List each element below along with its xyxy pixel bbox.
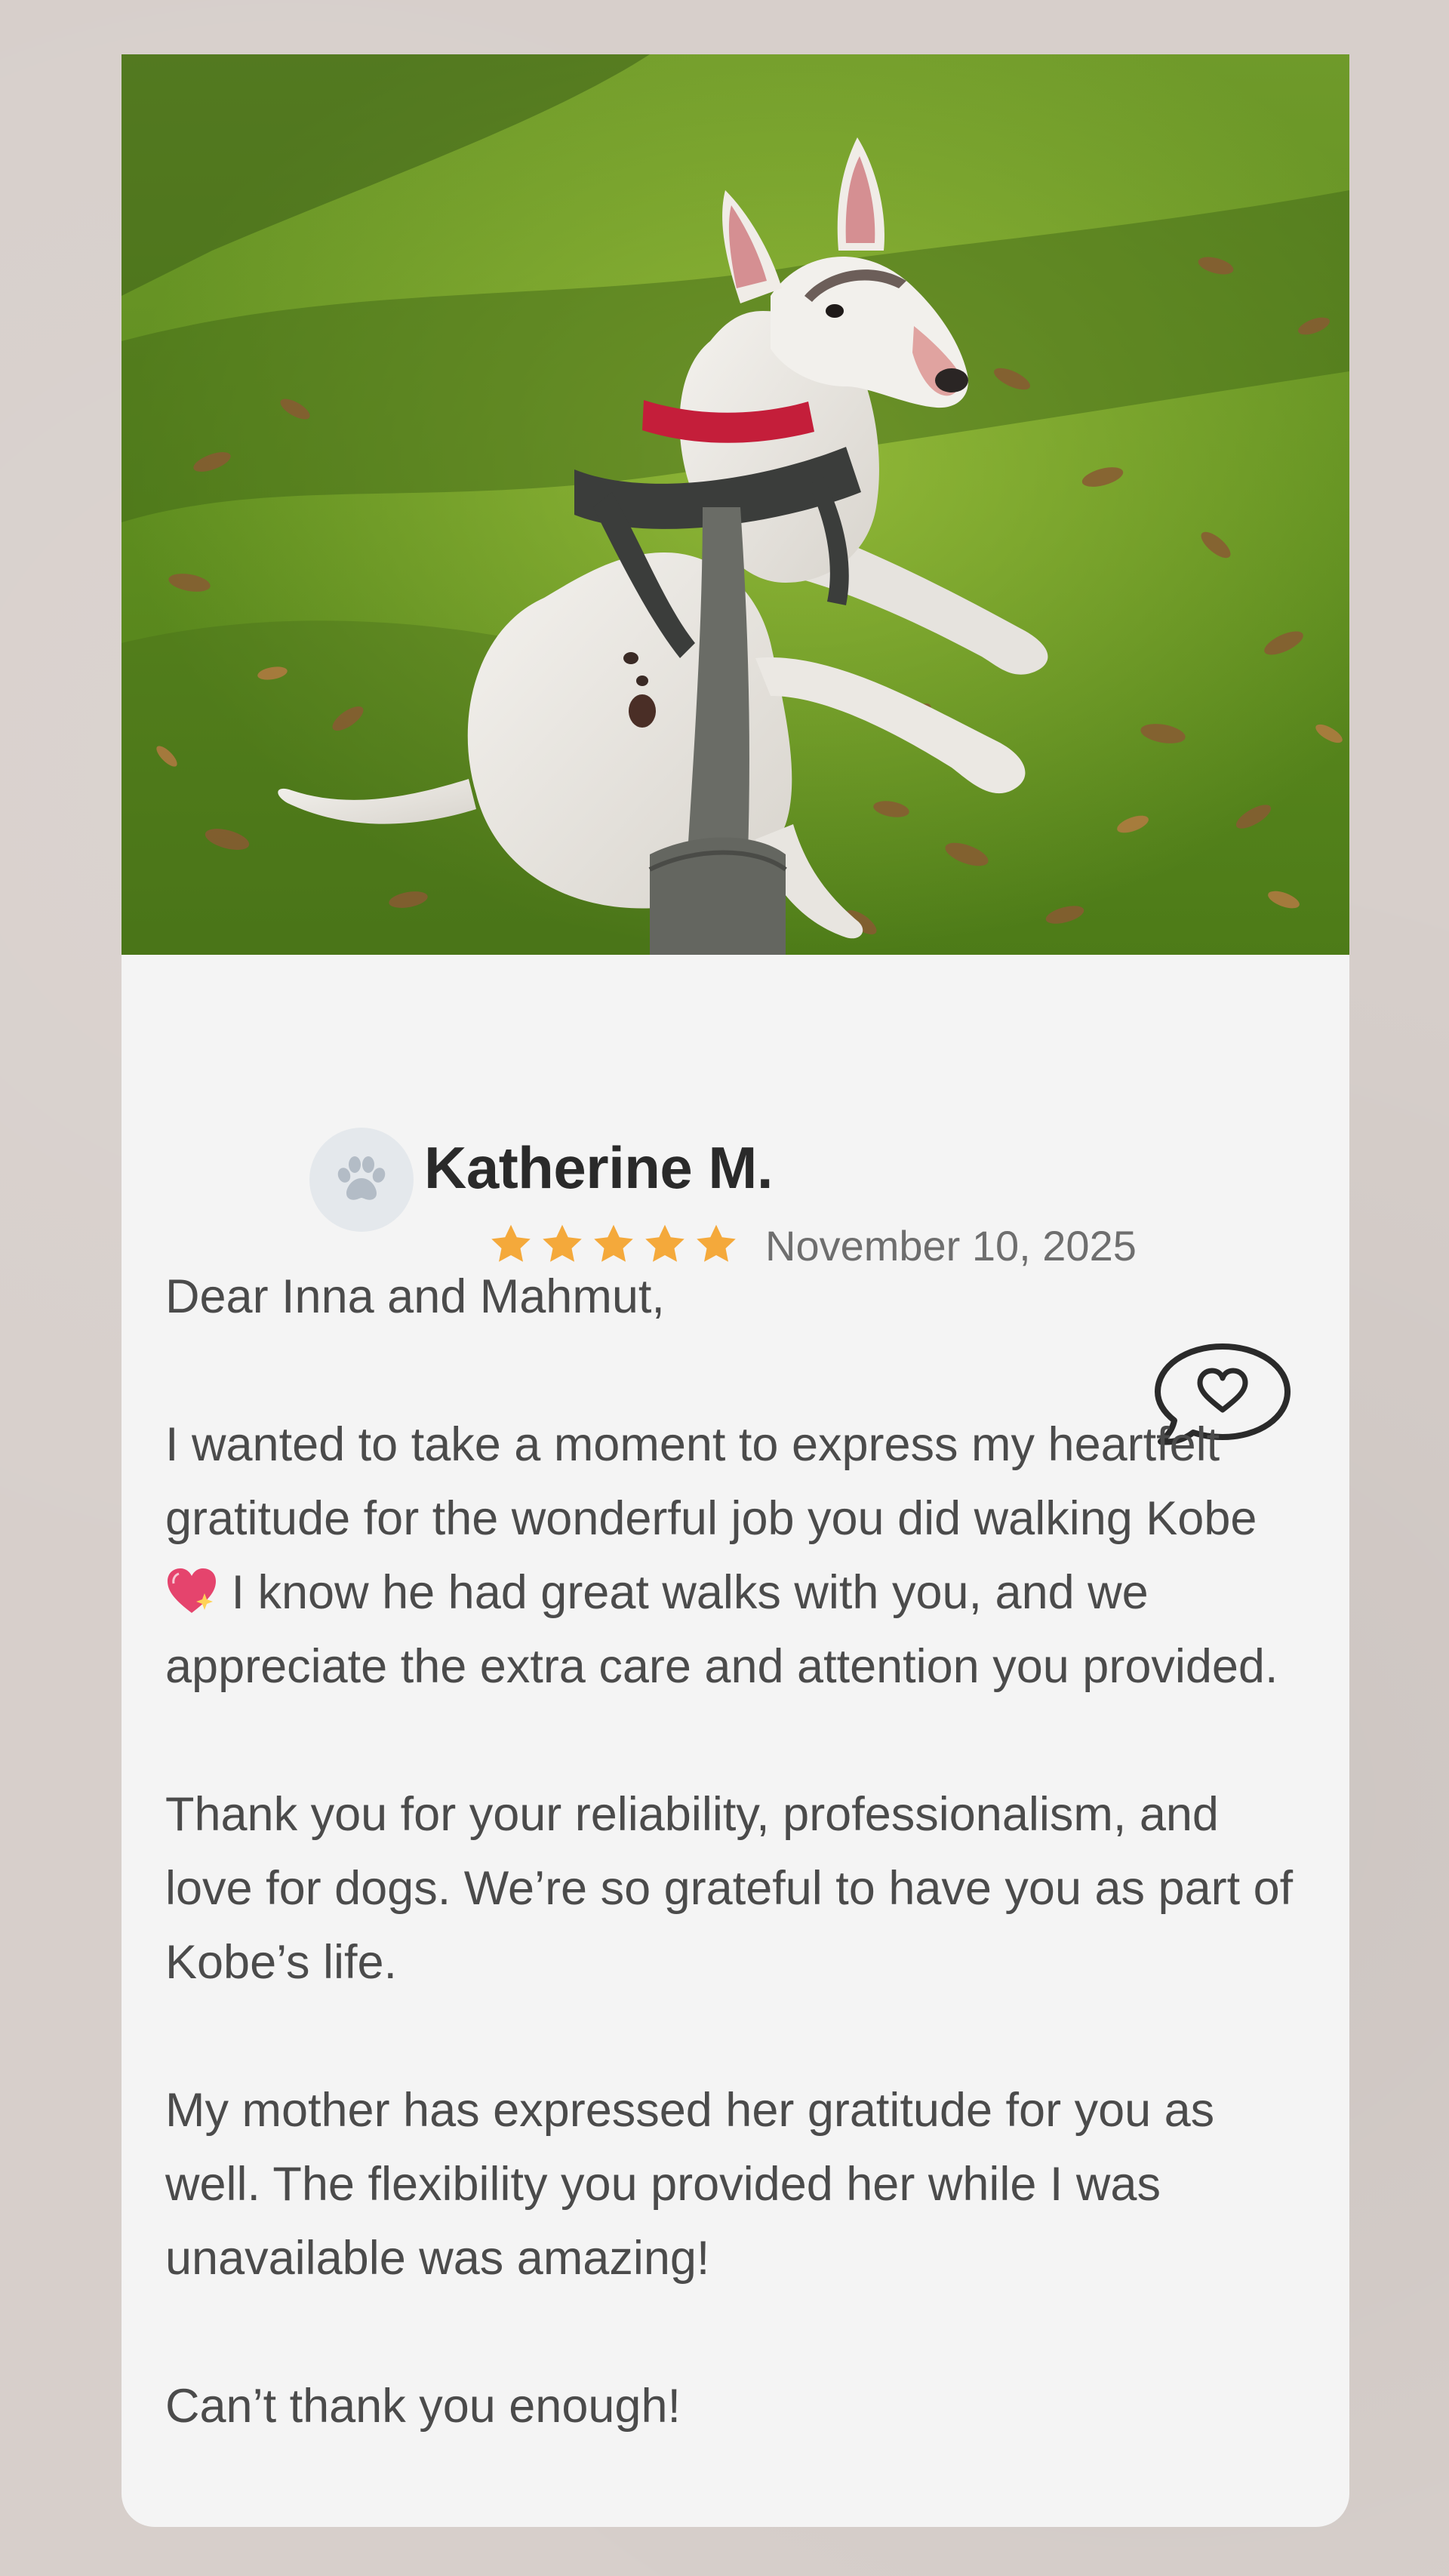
dog-photo xyxy=(122,54,1349,955)
review-card: Katherine M. November 10, 2025 Dear Inna… xyxy=(122,54,1349,2527)
message-closing: Can’t thank you enough! xyxy=(165,2380,681,2433)
message-greeting: Dear Inna and Mahmut, xyxy=(165,1270,665,1323)
message-paragraph-1: I wanted to take a moment to express my … xyxy=(165,1418,1278,1693)
sparkling-heart-icon xyxy=(168,1568,216,1613)
reviewer-name: Katherine M. xyxy=(424,1134,774,1201)
message-paragraph-2: Thank you for your reliability, professi… xyxy=(165,1788,1294,1989)
paw-icon xyxy=(337,1156,386,1200)
reviewer-info: Katherine M. November 10, 2025 xyxy=(122,955,1349,1270)
message-paragraph-3: My mother has expressed her gratitude fo… xyxy=(165,2084,1215,2285)
avatar xyxy=(309,1128,414,1232)
review-message: Dear Inna and Mahmut, I wanted to take a… xyxy=(165,1260,1312,2443)
